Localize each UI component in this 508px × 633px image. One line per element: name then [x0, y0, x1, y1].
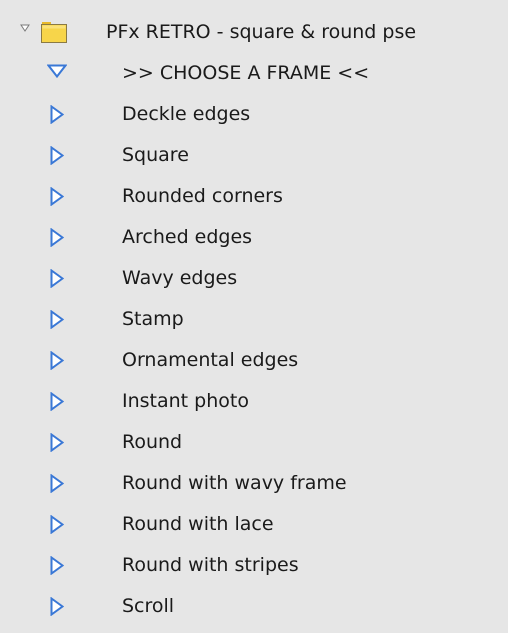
action-set-row-square[interactable]: Square	[0, 135, 508, 176]
action-set-row-round[interactable]: Round	[0, 422, 508, 463]
action-set-label: Round with wavy frame	[122, 472, 347, 494]
collapsed-triangle-icon[interactable]	[50, 269, 64, 288]
action-set-row-choose-a-frame[interactable]: >> CHOOSE A FRAME <<	[0, 53, 508, 94]
action-set-label: Ornamental edges	[122, 349, 299, 371]
action-set-label: Round with stripes	[122, 554, 299, 576]
root-icons	[20, 20, 74, 50]
collapsed-triangle-icon[interactable]	[50, 392, 64, 411]
collapsed-triangle-icon[interactable]	[50, 105, 64, 124]
collapsed-triangle-icon[interactable]	[50, 146, 64, 165]
collapsed-triangle-icon[interactable]	[50, 556, 64, 575]
action-set-label: >> CHOOSE A FRAME <<	[122, 62, 370, 84]
collapsed-triangle-icon[interactable]	[50, 187, 64, 206]
action-set-row-round-with-wavy-frame[interactable]: Round with wavy frame	[0, 463, 508, 504]
action-set-row-ornamental-edges[interactable]: Ornamental edges	[0, 340, 508, 381]
action-set-label: Arched edges	[122, 226, 253, 248]
action-set-label: Wavy edges	[122, 267, 238, 289]
action-set-label: Square	[122, 144, 189, 166]
action-set-row-round-with-stripes[interactable]: Round with stripes	[0, 545, 508, 586]
root-folder-label: PFx RETRO - square & round pse	[106, 21, 417, 43]
collapsed-triangle-icon[interactable]	[50, 474, 64, 493]
folder-icon	[40, 20, 68, 48]
action-set-row-instant-photo[interactable]: Instant photo	[0, 381, 508, 422]
action-set-row-wavy-edges[interactable]: Wavy edges	[0, 258, 508, 299]
expanded-triangle-icon[interactable]	[47, 64, 67, 78]
action-set-row-rounded-corners[interactable]: Rounded corners	[0, 176, 508, 217]
action-set-label: Rounded corners	[122, 185, 283, 207]
action-set-row-stamp[interactable]: Stamp	[0, 299, 508, 340]
action-set-row-round-with-lace[interactable]: Round with lace	[0, 504, 508, 545]
collapsed-triangle-icon[interactable]	[50, 515, 64, 534]
collapsed-triangle-icon[interactable]	[50, 310, 64, 329]
tree-root-folder-row[interactable]: PFx RETRO - square & round pse	[0, 12, 508, 53]
action-set-row-arched-edges[interactable]: Arched edges	[0, 217, 508, 258]
collapsed-triangle-icon[interactable]	[50, 597, 64, 616]
action-set-row-deckle-edges[interactable]: Deckle edges	[0, 94, 508, 135]
action-set-label: Round	[122, 431, 183, 453]
collapsed-triangle-icon[interactable]	[50, 228, 64, 247]
small-down-triangle-icon[interactable]	[20, 24, 30, 32]
action-set-label: Stamp	[122, 308, 184, 330]
action-set-label: Round with lace	[122, 513, 274, 535]
action-set-label: Instant photo	[122, 390, 249, 412]
actions-tree-panel: PFx RETRO - square & round pse >> CHOOSE…	[0, 0, 508, 633]
action-set-row-scroll[interactable]: Scroll	[0, 586, 508, 627]
action-set-label: Scroll	[122, 595, 175, 617]
collapsed-triangle-icon[interactable]	[50, 351, 64, 370]
action-set-label: Deckle edges	[122, 103, 251, 125]
collapsed-triangle-icon[interactable]	[50, 433, 64, 452]
